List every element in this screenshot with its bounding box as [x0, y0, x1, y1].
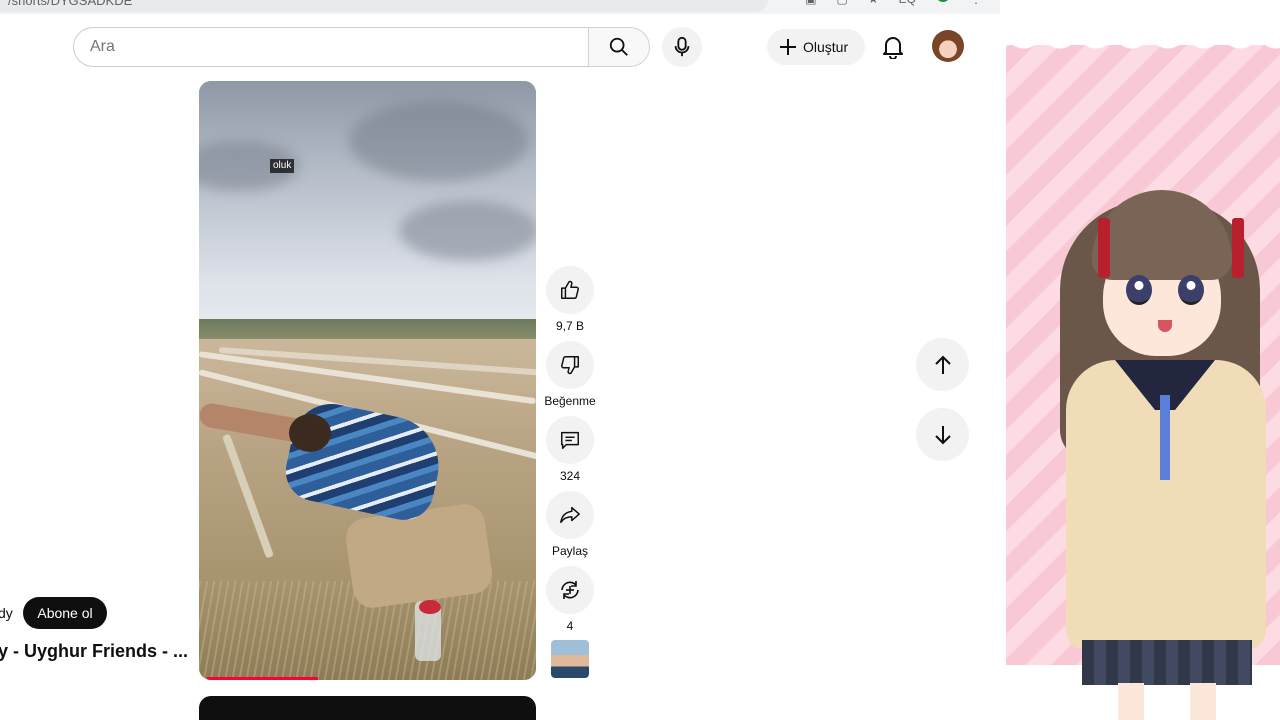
- avatar-eye-left: [1126, 275, 1152, 305]
- avatar-hair-ribbon-left: [1098, 218, 1110, 278]
- avatar-hair-ribbon-right: [1232, 218, 1244, 278]
- remix-count: 4: [566, 619, 574, 633]
- video-caption-tag: oluk: [270, 159, 295, 173]
- comment-icon: [561, 431, 579, 449]
- dislike-button[interactable]: [546, 341, 594, 389]
- browser-window: /shorts/DYGSADKDE ▣ ▢ ★ EQ ⋮ Oluştur: [0, 0, 1000, 720]
- video-person-head: [289, 414, 331, 452]
- previous-short-button[interactable]: [916, 338, 969, 391]
- thumbs-up-icon: [561, 280, 579, 299]
- vtuber-overlay: [1000, 0, 1280, 720]
- video-progress-bar[interactable]: [207, 677, 319, 680]
- eq-icon[interactable]: EQ: [899, 0, 916, 6]
- search-icon: [609, 37, 628, 56]
- dislike-label: Beğenme: [544, 394, 596, 408]
- video-sky: [199, 81, 536, 336]
- sound-thumbnail[interactable]: [551, 640, 589, 678]
- plus-icon: [780, 39, 796, 55]
- remix-icon: [561, 581, 579, 599]
- share-label: Paylaş: [551, 544, 589, 558]
- address-bar: /shorts/DYGSADKDE ▣ ▢ ★ EQ ⋮: [0, 0, 1000, 14]
- create-button[interactable]: Oluştur: [767, 29, 865, 65]
- like-count: 9,7 B: [555, 319, 585, 333]
- next-short-button[interactable]: [916, 408, 969, 461]
- bell-icon: [883, 37, 903, 59]
- channel-name[interactable]: dy: [0, 605, 13, 621]
- more-icon[interactable]: ⋮: [970, 0, 982, 6]
- like-button[interactable]: [546, 266, 594, 314]
- overlay-scallop-edge: [1006, 30, 1280, 60]
- video-bottle-cap: [419, 600, 441, 614]
- avatar-leg-right: [1190, 683, 1216, 720]
- profile-dot[interactable]: [936, 0, 950, 2]
- avatar-ribbon-tie: [1160, 395, 1170, 480]
- search-bar: [73, 27, 650, 67]
- comments-button[interactable]: [546, 416, 594, 464]
- avatar-eye-right: [1178, 275, 1204, 305]
- comment-count: 324: [559, 469, 581, 483]
- avatar-skirt: [1082, 640, 1252, 685]
- subscribe-button[interactable]: Abone ol: [23, 597, 107, 629]
- arrow-up-icon: [934, 355, 951, 374]
- avatar-leg-left: [1118, 683, 1144, 720]
- short-video-player[interactable]: oluk: [199, 81, 536, 680]
- share-icon: [560, 506, 580, 524]
- thumbs-down-icon: [561, 356, 579, 375]
- search-input[interactable]: [73, 27, 589, 67]
- share-button[interactable]: [546, 491, 594, 539]
- translate-icon[interactable]: ▣: [805, 0, 816, 6]
- star-icon[interactable]: ★: [868, 0, 879, 6]
- create-label: Oluştur: [803, 39, 849, 55]
- search-button[interactable]: [588, 27, 650, 67]
- video-treeline: [199, 319, 536, 341]
- account-avatar[interactable]: [932, 30, 964, 62]
- voice-search-button[interactable]: [662, 27, 702, 67]
- cast-icon[interactable]: ▢: [837, 0, 848, 6]
- url-field[interactable]: /shorts/DYGSADKDE: [0, 0, 768, 12]
- microphone-icon: [674, 36, 690, 57]
- arrow-down-icon: [934, 425, 951, 444]
- toolbar-icons: ▣ ▢ ★ EQ ⋮: [805, 0, 982, 6]
- video-person-pants: [343, 501, 495, 611]
- short-title[interactable]: y - Uyghur Friends - ...: [0, 641, 188, 662]
- next-short-preview[interactable]: [199, 696, 536, 720]
- remix-button[interactable]: [546, 566, 594, 614]
- notifications-button[interactable]: [876, 30, 910, 64]
